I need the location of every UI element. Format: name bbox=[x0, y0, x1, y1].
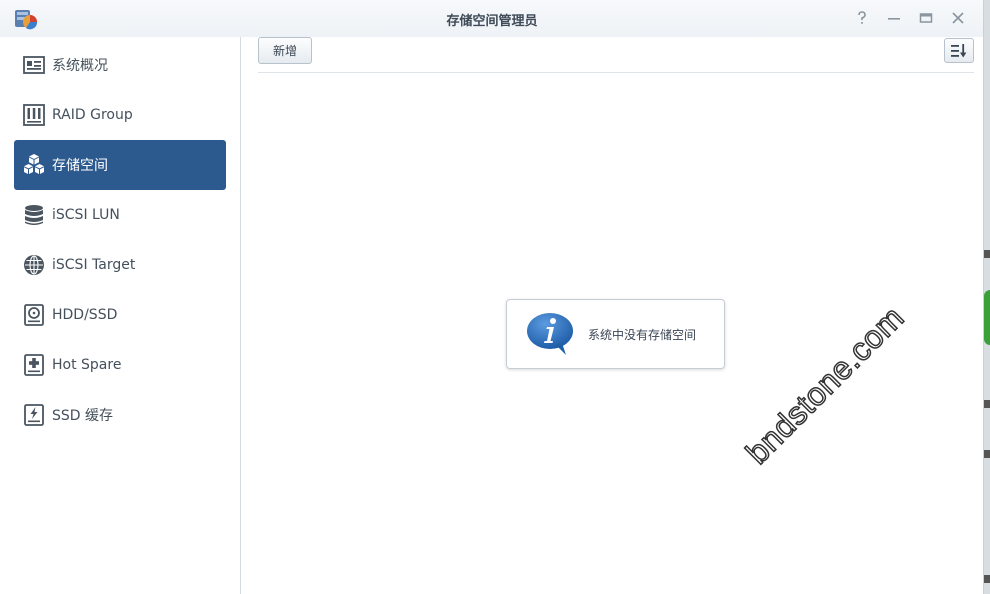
close-icon bbox=[952, 12, 964, 24]
empty-state-message: 系统中没有存储空间 bbox=[506, 299, 725, 369]
sidebar: 系统概况 RAID Group 存储空间 iSCSI LUN iSCSI Tar… bbox=[0, 37, 241, 594]
window-title: 存储空间管理员 bbox=[446, 14, 538, 29]
info-icon bbox=[527, 313, 573, 355]
help-button[interactable] bbox=[850, 9, 874, 27]
raid-icon bbox=[22, 103, 46, 127]
toolbar: 新增 bbox=[258, 37, 974, 73]
globe-icon bbox=[22, 253, 46, 277]
minimize-button[interactable] bbox=[882, 9, 906, 27]
sort-icon bbox=[951, 43, 967, 57]
volume-cubes-icon bbox=[22, 153, 46, 177]
sidebar-item-label: 存储空间 bbox=[52, 158, 108, 174]
sidebar-item-label: SSD 缓存 bbox=[52, 408, 114, 424]
sort-button[interactable] bbox=[944, 38, 974, 63]
help-icon bbox=[858, 11, 866, 24]
database-icon bbox=[22, 203, 46, 227]
sidebar-item-label: iSCSI LUN bbox=[52, 207, 120, 223]
new-button[interactable]: 新增 bbox=[258, 37, 312, 64]
maximize-icon bbox=[919, 13, 933, 23]
sidebar-item-raid-group[interactable]: RAID Group bbox=[14, 90, 226, 140]
overview-icon bbox=[22, 53, 46, 77]
sidebar-item-label: HDD/SSD bbox=[52, 307, 118, 323]
close-button[interactable] bbox=[946, 9, 970, 27]
sidebar-item-hot-spare[interactable]: Hot Spare bbox=[14, 340, 226, 390]
sidebar-item-ssd-cache[interactable]: SSD 缓存 bbox=[14, 390, 226, 440]
sidebar-item-iscsi-target[interactable]: iSCSI Target bbox=[14, 240, 226, 290]
ssd-cache-icon bbox=[22, 403, 46, 427]
hot-spare-icon bbox=[22, 353, 46, 377]
maximize-button[interactable] bbox=[914, 9, 938, 27]
watermark-text: bndstone.com bbox=[738, 298, 911, 471]
disk-icon bbox=[22, 303, 46, 327]
sidebar-item-iscsi-lun[interactable]: iSCSI LUN bbox=[14, 190, 226, 240]
empty-state-text: 系统中没有存储空间 bbox=[588, 327, 697, 342]
sidebar-item-label: RAID Group bbox=[52, 107, 133, 123]
sidebar-item-hdd-ssd[interactable]: HDD/SSD bbox=[14, 290, 226, 340]
sidebar-item-label: iSCSI Target bbox=[52, 257, 136, 273]
storage-manager-window: 存储空间管理员 系统概况 RAID Group 存储空间 iSCSI LUN i… bbox=[0, 0, 984, 594]
desktop-background bbox=[984, 0, 990, 594]
sidebar-item-label: Hot Spare bbox=[52, 357, 122, 373]
sidebar-item-volume[interactable]: 存储空间 bbox=[14, 140, 226, 190]
title-bar[interactable]: 存储空间管理员 bbox=[0, 0, 983, 37]
sidebar-item-overview[interactable]: 系统概况 bbox=[14, 40, 226, 90]
minimize-icon bbox=[888, 18, 900, 20]
sidebar-item-label: 系统概况 bbox=[52, 58, 108, 74]
